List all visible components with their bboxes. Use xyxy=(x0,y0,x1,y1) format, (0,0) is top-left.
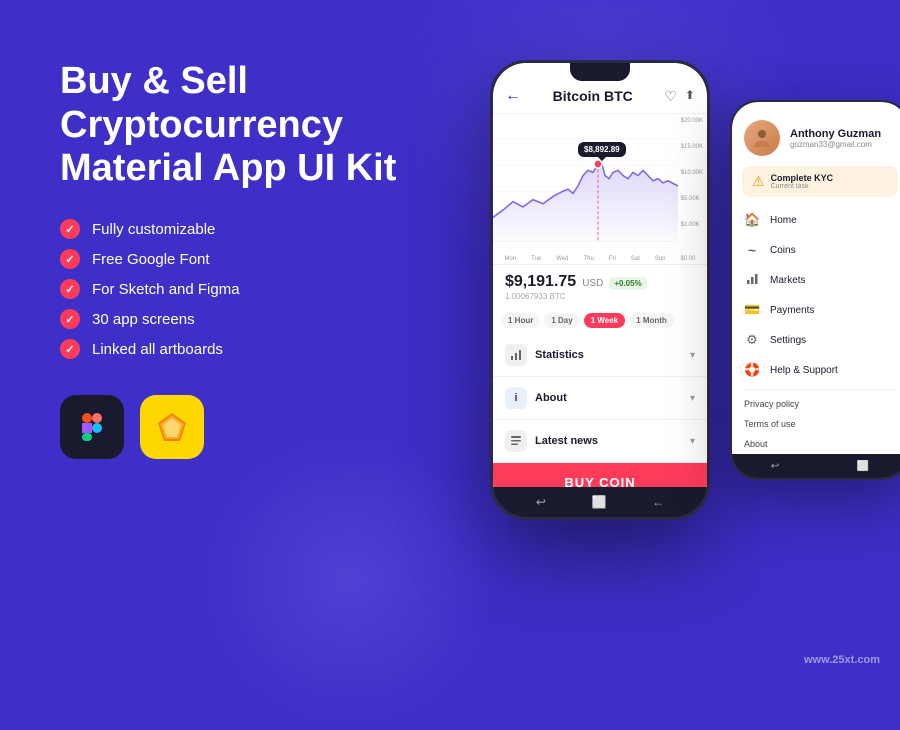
y-axis-labels: $20.00K $15.00K $10.00K $5.00K $1.00K xyxy=(681,118,703,228)
side-bottom-nav: ↩ ⬜ xyxy=(732,454,900,478)
check-icon-1 xyxy=(60,219,80,239)
check-icon-3 xyxy=(60,279,80,299)
feature-item-3: For Sketch and Figma xyxy=(60,279,440,299)
nav-recent-icon[interactable]: ← xyxy=(652,495,664,509)
settings-icon: ⚙ xyxy=(744,332,760,348)
price-info: $9,191.75 USD +0.05% 1.00067933 BTC xyxy=(493,265,707,307)
menu-coins-label: Coins xyxy=(770,245,796,256)
news-chevron: ▾ xyxy=(690,436,695,447)
figma-icon xyxy=(60,395,124,459)
news-label: Latest news xyxy=(535,435,690,447)
price-main: $9,191.75 USD +0.05% xyxy=(505,273,695,291)
about-chevron: ▾ xyxy=(690,393,695,404)
app-title: Bitcoin BTC xyxy=(553,88,633,104)
accordion-about[interactable]: i About ▾ xyxy=(493,377,707,420)
accordion-statistics[interactable]: Statistics ▾ xyxy=(493,334,707,377)
menu-payments[interactable]: 💳 Payments xyxy=(732,295,900,325)
price-btc: 1.00067933 BTC xyxy=(505,292,695,301)
heart-icon[interactable]: ♡ xyxy=(664,88,677,105)
accordion-news[interactable]: Latest news ▾ xyxy=(493,420,707,463)
user-name: Anthony Guzman xyxy=(790,128,881,140)
menu-payments-label: Payments xyxy=(770,305,814,316)
statistics-chevron: ▾ xyxy=(690,350,695,361)
side-nav-back[interactable]: ↩ xyxy=(771,461,779,472)
side-nav-home[interactable]: ⬜ xyxy=(857,461,869,472)
features-list: Fully customizable Free Google Font For … xyxy=(60,219,440,359)
left-panel: Buy & Sell Cryptocurrency Material App U… xyxy=(60,60,440,459)
menu-settings-label: Settings xyxy=(770,335,806,346)
check-icon-5 xyxy=(60,339,80,359)
period-1week[interactable]: 1 Week xyxy=(584,313,625,328)
chart-area: $8,892.89 $20.00K $15.00K $10.00K $5.00K… xyxy=(493,114,707,254)
check-icon-4 xyxy=(60,309,80,329)
feature-item-5: Linked all artboards xyxy=(60,339,440,359)
menu-markets-label: Markets xyxy=(770,275,806,286)
menu-home-label: Home xyxy=(770,215,797,226)
check-icon-2 xyxy=(60,249,80,269)
back-button[interactable]: ← xyxy=(505,87,521,105)
nav-home-icon[interactable]: ⬜ xyxy=(592,495,607,509)
period-tabs: 1 Hour 1 Day 1 Week 1 Month xyxy=(493,307,707,334)
menu-divider xyxy=(744,389,896,390)
user-avatar xyxy=(744,120,780,156)
phone-notch xyxy=(570,63,630,81)
about-label: About xyxy=(535,392,690,404)
statistics-icon xyxy=(505,344,527,366)
help-icon: 🛟 xyxy=(744,362,760,378)
warning-icon: ⚠ xyxy=(752,173,765,190)
phone-bottom-nav: ↩ ⬜ ← xyxy=(493,487,707,517)
phone-main: ← Bitcoin BTC ♡ ⬆ xyxy=(490,60,710,520)
kyc-title: Complete KYC xyxy=(771,173,834,183)
nav-back-icon[interactable]: ↩ xyxy=(536,495,546,509)
price-value: $9,191.75 xyxy=(505,273,576,291)
price-change: +0.05% xyxy=(609,277,646,290)
home-icon: 🏠 xyxy=(744,212,760,228)
about-icon: i xyxy=(505,387,527,409)
menu-help[interactable]: 🛟 Help & Support xyxy=(732,355,900,385)
feature-item-2: Free Google Font xyxy=(60,249,440,269)
share-icon[interactable]: ⬆ xyxy=(685,88,695,105)
statistics-label: Statistics xyxy=(535,349,690,361)
period-1hour[interactable]: 1 Hour xyxy=(501,313,540,328)
watermark: www.25xt.com xyxy=(804,654,880,666)
feature-item-1: Fully customizable xyxy=(60,219,440,239)
menu-markets[interactable]: Markets xyxy=(732,265,900,295)
user-info: Anthony Guzman guzman33@gmail.com xyxy=(790,128,881,149)
user-email: guzman33@gmail.com xyxy=(790,140,881,149)
price-tooltip: $8,892.89 xyxy=(578,142,626,157)
main-title: Buy & Sell Cryptocurrency Material App U… xyxy=(60,60,440,191)
tool-icons xyxy=(60,395,440,459)
kyc-banner[interactable]: ⚠ Complete KYC Current task xyxy=(742,166,898,197)
about-link[interactable]: About xyxy=(732,434,900,454)
header-action-icons: ♡ ⬆ xyxy=(664,88,695,105)
feature-item-4: 30 app screens xyxy=(60,309,440,329)
payments-icon: 💳 xyxy=(744,302,760,318)
background-blob-2 xyxy=(200,430,500,730)
price-currency: USD xyxy=(582,278,603,289)
privacy-policy-link[interactable]: Privacy policy xyxy=(732,394,900,414)
menu-coins[interactable]: ~ Coins xyxy=(732,235,900,265)
menu-home[interactable]: 🏠 Home xyxy=(732,205,900,235)
side-header: Anthony Guzman guzman33@gmail.com xyxy=(732,102,900,166)
phone-screen: ← Bitcoin BTC ♡ ⬆ xyxy=(493,63,707,517)
period-1month[interactable]: 1 Month xyxy=(629,313,674,328)
period-1day[interactable]: 1 Day xyxy=(544,313,579,328)
phone-side-screen: Anthony Guzman guzman33@gmail.com ⚠ Comp… xyxy=(732,102,900,478)
sketch-icon xyxy=(140,395,204,459)
markets-icon xyxy=(744,272,760,288)
menu-settings[interactable]: ⚙ Settings xyxy=(732,325,900,355)
kyc-subtitle: Current task xyxy=(771,183,834,190)
terms-of-use-link[interactable]: Terms of use xyxy=(732,414,900,434)
kyc-text: Complete KYC Current task xyxy=(771,173,834,190)
news-icon xyxy=(505,430,527,452)
menu-help-label: Help & Support xyxy=(770,365,838,376)
coins-icon: ~ xyxy=(744,242,760,258)
phone-side: Anthony Guzman guzman33@gmail.com ⚠ Comp… xyxy=(730,100,900,480)
